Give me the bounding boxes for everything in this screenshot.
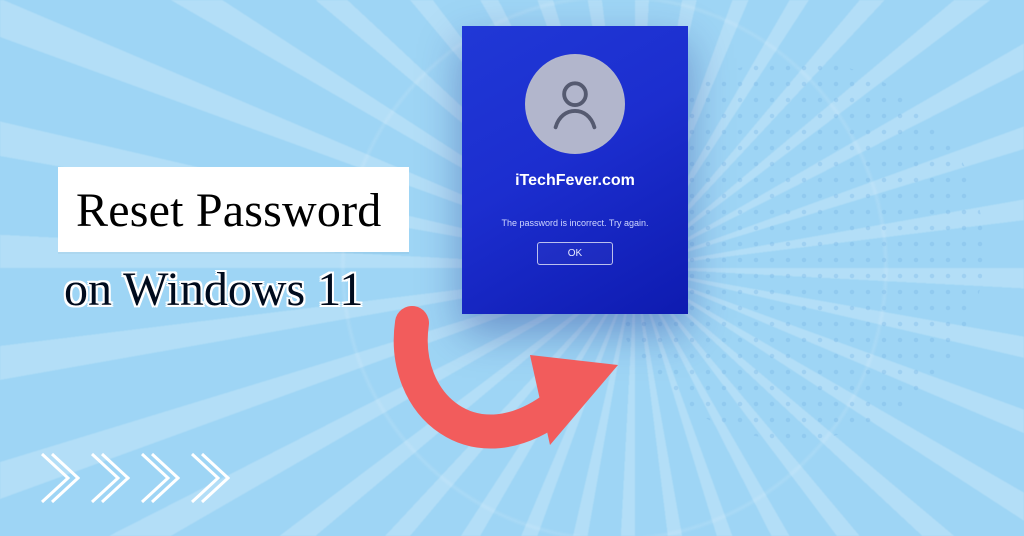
chevron-row [36,450,230,506]
chevron-right-icon [136,450,180,506]
chevron-right-icon [86,450,130,506]
ok-button[interactable]: OK [537,242,613,265]
chevron-right-icon [36,450,80,506]
account-username: iTechFever.com [515,172,635,190]
title-line-2: on Windows 11 [64,262,363,317]
avatar [525,54,625,154]
title-card: Reset Password [58,167,409,252]
title-line-1: Reset Password [76,183,381,238]
chevron-right-icon [186,450,230,506]
error-message: The password is incorrect. Try again. [501,218,648,228]
windows-lockscreen-card: iTechFever.com The password is incorrect… [462,26,688,314]
user-icon [544,73,606,135]
